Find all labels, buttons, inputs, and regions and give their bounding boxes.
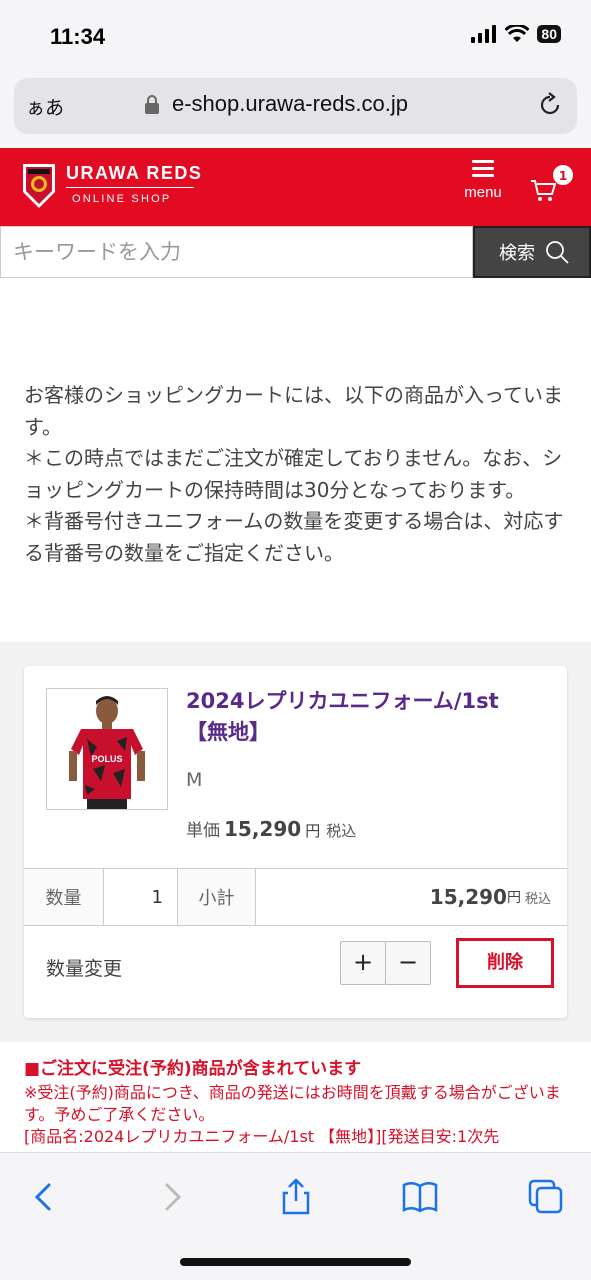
signal-icon bbox=[471, 25, 497, 43]
product-name-line: 2024レプリカユニフォーム/1st bbox=[186, 689, 499, 713]
product-name-link[interactable]: 2024レプリカユニフォーム/1st 【無地】 bbox=[186, 686, 556, 748]
cart-button[interactable]: 1 bbox=[528, 164, 578, 214]
cart-count-badge: 1 bbox=[552, 164, 574, 186]
unit-price-row: 単価 15,290 円税込 bbox=[186, 816, 356, 841]
forward-icon[interactable] bbox=[152, 1177, 192, 1217]
unit-price-tax: 税込 bbox=[326, 822, 357, 840]
subtotal-value: 15,290 bbox=[429, 885, 507, 909]
reload-icon[interactable] bbox=[537, 92, 563, 118]
subtotal-tax: 税込 bbox=[524, 891, 551, 907]
club-crest-logo[interactable] bbox=[20, 162, 58, 210]
preorder-heading: ■ご注文に受注(予約)商品が含まれています bbox=[24, 1059, 362, 1079]
url-text[interactable]: e-shop.urawa-reds.co.jp bbox=[172, 91, 408, 117]
delete-item-button[interactable]: 削除 bbox=[456, 938, 554, 988]
product-image: POLUS bbox=[47, 689, 167, 809]
text-size-button[interactable]: ぁあ bbox=[26, 93, 64, 120]
subtotal-label: 小計 bbox=[178, 869, 256, 925]
decrease-quantity-button[interactable]: − bbox=[385, 941, 431, 985]
unit-price-value: 15,290 bbox=[224, 817, 302, 841]
quantity-table: 数量 1 小計 15,290 円税込 bbox=[24, 868, 567, 926]
hamburger-icon bbox=[458, 160, 508, 177]
status-bar: 11:34 80 bbox=[0, 0, 591, 78]
product-thumbnail[interactable]: POLUS bbox=[46, 688, 168, 810]
battery-indicator: 80 bbox=[537, 25, 561, 43]
menu-button[interactable]: menu bbox=[458, 160, 508, 201]
notice-line: お客様のショッピングカートには、以下の商品が入っています。 bbox=[24, 383, 563, 439]
quantity-label: 数量 bbox=[24, 869, 104, 925]
search-bar: 検索 bbox=[0, 226, 591, 278]
preorder-body: ※受注(予約)商品につき、商品の発送にはお時間を頂戴する場合がございます。予めご… bbox=[24, 1083, 561, 1124]
back-icon[interactable] bbox=[24, 1177, 64, 1217]
notice-line: ＊この時点ではまだご注文が確定しておりません。なお、ショッピングカートの保持時間… bbox=[24, 446, 563, 502]
unit-price-yen: 円 bbox=[305, 822, 321, 840]
search-input[interactable] bbox=[0, 226, 473, 278]
brand-divider bbox=[66, 187, 194, 188]
change-quantity-label: 数量変更 bbox=[46, 958, 123, 980]
wifi-icon bbox=[505, 25, 530, 42]
status-time: 11:34 bbox=[50, 24, 106, 49]
search-button[interactable]: 検索 bbox=[473, 226, 591, 278]
site-header: URAWA REDS ONLINE SHOP menu 1 bbox=[0, 148, 591, 226]
menu-label: menu bbox=[464, 184, 502, 201]
home-indicator bbox=[180, 1258, 411, 1266]
subtotal-yen: 円 bbox=[506, 890, 521, 906]
cart-section: POLUS 2024レプリカユニフォーム/1st 【無地】 M 単価 15,290… bbox=[0, 642, 591, 1042]
notice-line: ＊背番号付きユニフォームの数量を変更する場合は、対応する背番号の数量をご指定くだ… bbox=[24, 509, 564, 565]
cart-notice: お客様のショッピングカートには、以下の商品が入っています。 ＊この時点ではまだご… bbox=[24, 380, 569, 569]
browser-address-area: ぁあ e-shop.urawa-reds.co.jp bbox=[0, 78, 591, 148]
quantity-value: 1 bbox=[104, 869, 178, 925]
unit-price-label: 単価 bbox=[186, 821, 220, 841]
subtotal-cell: 15,290 円税込 bbox=[256, 869, 567, 925]
increase-quantity-button[interactable]: + bbox=[340, 941, 386, 985]
brand-subtitle: ONLINE SHOP bbox=[72, 193, 172, 205]
search-icon bbox=[546, 241, 569, 264]
lock-icon bbox=[145, 95, 159, 114]
address-bar[interactable]: ぁあ e-shop.urawa-reds.co.jp bbox=[14, 78, 577, 134]
product-size: M bbox=[186, 769, 203, 791]
cart-item-card: POLUS 2024レプリカユニフォーム/1st 【無地】 M 単価 15,290… bbox=[24, 666, 567, 1018]
brand-name: URAWA REDS bbox=[66, 163, 203, 183]
search-button-label: 検索 bbox=[499, 243, 535, 264]
preorder-notice: ■ご注文に受注(予約)商品が含まれています ※受注(予約)商品につき、商品の発送… bbox=[24, 1058, 569, 1148]
bookmarks-icon[interactable] bbox=[400, 1177, 440, 1217]
status-icons: 80 bbox=[471, 25, 561, 43]
tabs-icon[interactable] bbox=[526, 1177, 566, 1217]
share-icon[interactable] bbox=[276, 1177, 316, 1217]
product-name-line: 【無地】 bbox=[186, 720, 270, 744]
preorder-detail: [商品名:2024レプリカユニフォーム/1st 【無地】][発送目安:1次先 bbox=[24, 1127, 500, 1146]
jersey-sponsor-text: POLUS bbox=[91, 754, 122, 764]
